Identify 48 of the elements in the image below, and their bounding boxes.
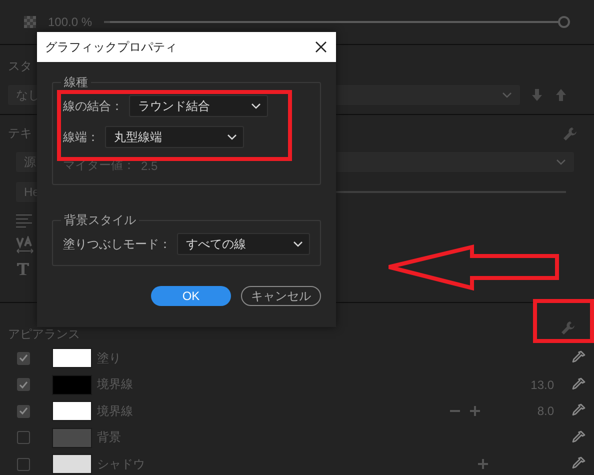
field-label: 線端：: [63, 128, 99, 146]
section-label: アピアランス: [8, 326, 80, 343]
highlight-rectangle: [533, 299, 594, 343]
stroke-width-value: 8.0: [536, 404, 554, 418]
chevron-down-icon: [502, 92, 512, 98]
select-dropdown[interactable]: 丸型線端: [105, 126, 244, 148]
type-icon[interactable]: [16, 262, 30, 276]
field-label: 塗りつぶしモード：: [63, 236, 171, 252]
checkbox[interactable]: [17, 431, 30, 444]
item-label: 境界線: [97, 402, 134, 420]
chevron-down-icon: [293, 241, 303, 247]
plus-icon[interactable]: [477, 458, 489, 470]
checkbox[interactable]: [17, 378, 30, 392]
item-label: 境界線: [97, 376, 134, 394]
checkbox[interactable]: [17, 404, 30, 418]
group-title: 背景スタイル: [63, 212, 137, 229]
align-icon[interactable]: [16, 214, 32, 228]
arrow-down-icon[interactable]: [530, 88, 544, 102]
kerning-icon[interactable]: [16, 236, 34, 254]
dialog-title: グラフィックプロパティ: [45, 38, 177, 56]
close-button[interactable]: [314, 40, 328, 54]
checkbox[interactable]: [17, 352, 30, 365]
opacity-value: 100.0 %: [48, 15, 92, 29]
cancel-button[interactable]: キャンセル: [241, 286, 321, 306]
select-dropdown[interactable]: ラウンド結合: [129, 95, 268, 117]
wrench-icon[interactable]: [560, 320, 576, 336]
wrench-icon[interactable]: [562, 126, 578, 142]
checkerboard-icon: [24, 16, 36, 28]
color-swatch[interactable]: [52, 428, 92, 448]
field-label: 線の結合：: [63, 98, 123, 114]
section-label: スタ: [8, 58, 32, 75]
checkbox[interactable]: [17, 458, 30, 471]
chevron-down-icon: [227, 134, 237, 140]
item-label: シャドウ: [97, 456, 146, 473]
color-swatch[interactable]: [52, 348, 92, 368]
item-label: 背景: [97, 429, 122, 446]
chevron-down-icon: [556, 159, 566, 165]
group-title: 線種: [63, 74, 89, 91]
item-label: 塗り: [97, 350, 122, 367]
color-swatch[interactable]: [52, 374, 92, 395]
section-label: テキ: [8, 125, 32, 142]
color-swatch[interactable]: [52, 454, 92, 474]
stroke-width-value: 13.0: [530, 378, 554, 392]
color-swatch[interactable]: [52, 401, 92, 422]
plus-icon[interactable]: [469, 405, 481, 418]
chevron-down-icon: [251, 103, 261, 109]
arrow-up-icon[interactable]: [554, 88, 568, 102]
select-dropdown[interactable]: すべての線: [177, 233, 310, 255]
